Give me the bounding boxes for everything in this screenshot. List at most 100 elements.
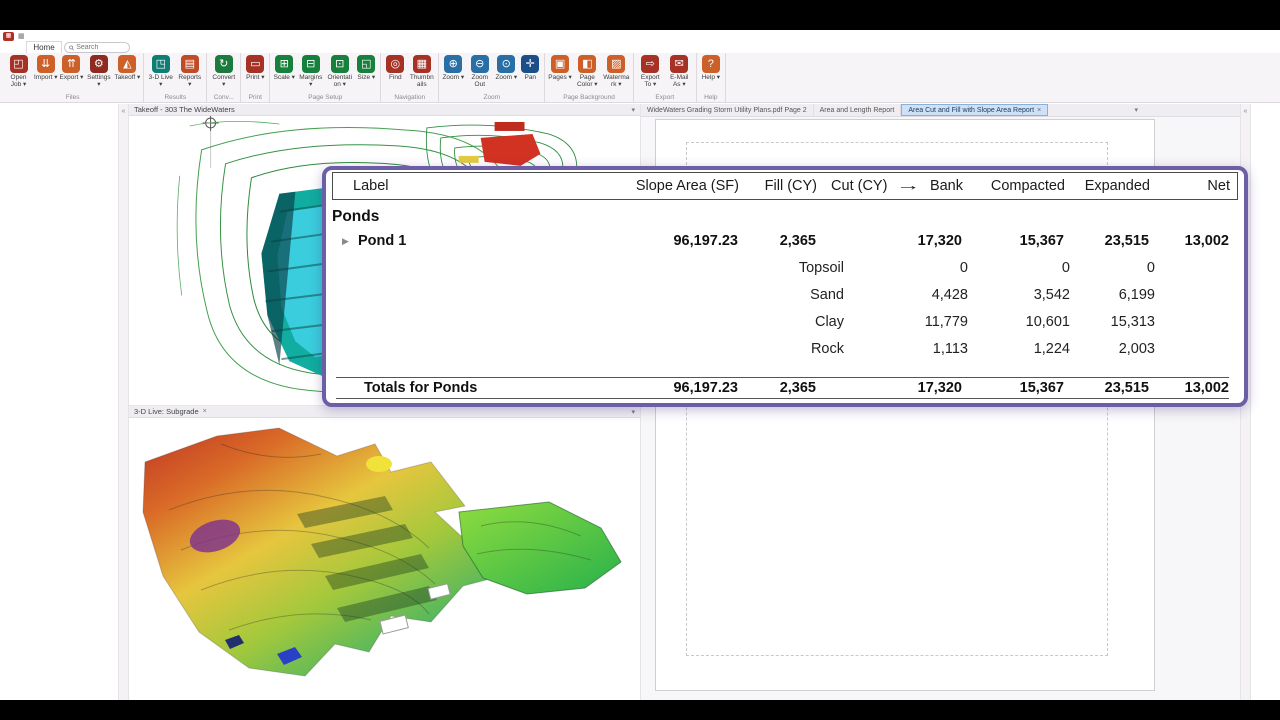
material-label: Rock	[810, 340, 844, 357]
ribbon-button-watermark[interactable]: ▨ Watermark ▾	[602, 53, 631, 89]
ribbon-button-3-d-live[interactable]: ◳ 3-D Live ▾	[146, 53, 175, 89]
ribbon-button-label: Margins ▾	[299, 74, 323, 89]
ribbon-button-label: E-Mail As ▾	[670, 74, 689, 89]
app-logo-icon[interactable]: ▦	[3, 32, 14, 41]
tab-cut-fill-report[interactable]: Area Cut and Fill with Slope Area Report…	[901, 104, 1049, 116]
material-value: 6,199	[1118, 286, 1155, 303]
live-panel-title: 3-D Live: Subgrade	[134, 407, 199, 416]
ribbon-button-label: Size ▾	[357, 74, 376, 81]
page-color-icon: ◧	[578, 55, 597, 73]
ribbon-button-open-job[interactable]: ◰ Open Job ▾	[4, 53, 33, 89]
search-input[interactable]	[76, 44, 125, 51]
pan-icon: ✛	[521, 55, 540, 73]
live-3d-canvas[interactable]	[129, 418, 640, 699]
col-fill: Fill (CY)	[764, 178, 817, 194]
totals-slope-area: 96,197.23	[673, 380, 738, 396]
ribbon-button-help[interactable]: ? Help ▾	[699, 53, 723, 81]
ribbon-group-export: ⇨ Export To ▾ ✉ E-Mail As ▾ Export	[634, 53, 697, 102]
ribbon-button-zoom[interactable]: ⊙ Zoom ▾	[494, 53, 518, 81]
material-label: Sand	[810, 286, 844, 303]
tab-area-length-report[interactable]: Area and Length Report	[814, 104, 902, 116]
tab-plans-pdf[interactable]: WideWaters Grading Storm Utility Plans.p…	[641, 104, 814, 116]
ribbon-group-help: ? Help ▾ Help	[697, 53, 726, 102]
cut-arrow-icon: →	[896, 178, 922, 194]
material-value: 2,003	[1118, 340, 1155, 357]
material-value: 4,428	[931, 286, 968, 303]
ribbon-group-label: Export	[655, 94, 675, 101]
ribbon-button-takeoff[interactable]: ◭ Takeoff ▾	[113, 53, 141, 81]
material-rows: Topsoil 0 0 0 Sand 4,428 3,542 6,199 Clay 11,779 1…	[332, 254, 1238, 362]
ribbon-button-label: Export ▾	[59, 74, 84, 81]
quick-access-icon[interactable]: ▦	[18, 33, 25, 40]
close-icon[interactable]: ×	[203, 408, 207, 415]
ribbon-group-label: Page Background	[563, 94, 615, 101]
ribbon-button-label: Zoom Out	[471, 74, 489, 89]
takeoff-icon: ◭	[118, 55, 137, 73]
settings-icon: ⚙	[89, 55, 108, 73]
ribbon-button-reports[interactable]: ▤ Reports ▾	[175, 53, 204, 89]
ribbon-button-orientation[interactable]: ⊡ Orientation ▾	[325, 53, 354, 89]
ribbon-button-label: Open Job ▾	[10, 74, 27, 89]
close-icon[interactable]: ×	[1037, 107, 1041, 114]
material-row-rock: Rock 1,113 1,224 2,003	[336, 335, 1229, 362]
tab-list-caret-icon[interactable]: ▾	[1134, 104, 1138, 117]
convert-icon: ↻	[214, 55, 233, 73]
ribbon-button-zoom[interactable]: ⊕ Zoom ▾	[441, 53, 465, 81]
ribbon-button-pan[interactable]: ✛ Pan	[518, 53, 542, 81]
pond-compacted: 15,367	[1019, 233, 1064, 249]
ribbon-button-margins[interactable]: ⊟ Margins ▾	[296, 53, 325, 89]
ribbon-button-label: Takeoff ▾	[114, 74, 141, 81]
ribbon-group-page-setup: ⊞ Scale ▾ ⊟ Margins ▾ ⊡ Orientation ▾ ◱ Size ▾ P…	[270, 53, 382, 102]
letterbox-bottom	[0, 700, 1280, 720]
panel-menu-caret-icon[interactable]: ▾	[631, 106, 635, 114]
left-panel-strip: «	[118, 104, 129, 700]
ribbon-button-pages[interactable]: ▣ Pages ▾	[547, 53, 573, 81]
ribbon-group-label: Print	[248, 94, 262, 101]
ribbon-button-e-mail-as[interactable]: ✉ E-Mail As ▾	[665, 53, 694, 89]
ribbon-group-navigation: ◎ Find ▦ Thumbnails Navigation	[381, 53, 440, 102]
report-popup: Label Slope Area (SF) Fill (CY) Cut (CY)…	[322, 166, 1248, 407]
ribbon-group-label: Navigation	[394, 94, 426, 101]
col-compacted: Compacted	[990, 178, 1065, 194]
ribbon-group-zoom: ⊕ Zoom ▾ ⊖ Zoom Out ⊙ Zoom ▾ ✛ Pan Zoom	[439, 53, 546, 102]
material-value: 0	[1146, 259, 1155, 276]
panel-menu-caret-icon[interactable]: ▾	[631, 408, 635, 416]
ribbon-button-find[interactable]: ◎ Find	[383, 53, 407, 81]
ribbon-button-size[interactable]: ◱ Size ▾	[354, 53, 378, 81]
size-icon: ◱	[357, 55, 376, 73]
ribbon-group-label: Results	[164, 94, 187, 101]
ribbon-button-page-color[interactable]: ◧ Page Color ▾	[573, 53, 602, 89]
3-d-live-icon: ◳	[151, 55, 170, 73]
document-tabbar: WideWaters Grading Storm Utility Plans.p…	[641, 104, 1240, 117]
col-slope-area: Slope Area (SF)	[635, 178, 739, 194]
watermark-icon: ▨	[607, 55, 626, 73]
ribbon-button-settings[interactable]: ⚙ Settings ▾	[84, 53, 113, 89]
material-row-clay: Clay 11,779 10,601 15,313	[336, 308, 1229, 335]
pond-label: Pond 1	[358, 233, 407, 249]
ribbon-button-zoom-out[interactable]: ⊖ Zoom Out	[465, 53, 494, 89]
live-panel-header: 3-D Live: Subgrade × ▾	[129, 406, 640, 418]
material-value: 11,779	[924, 313, 968, 330]
print-icon: ▭	[246, 55, 265, 73]
material-row-topsoil: Topsoil 0 0 0	[336, 254, 1229, 281]
pond-fill: 2,365	[779, 233, 816, 249]
expand-triangle-icon[interactable]: ▶	[336, 236, 358, 247]
tab-home[interactable]: Home	[26, 41, 62, 53]
ribbon-button-scale[interactable]: ⊞ Scale ▾	[272, 53, 296, 81]
ribbon-button-print[interactable]: ▭ Print ▾	[243, 53, 267, 81]
ribbon-group-label: Files	[65, 94, 80, 101]
ribbon-group-label: Conv...	[213, 94, 234, 101]
panel-collapse-button[interactable]: «	[119, 108, 128, 115]
search-box[interactable]	[64, 42, 130, 53]
ribbon-button-import[interactable]: ⇊ Import ▾	[33, 53, 59, 81]
material-row-sand: Sand 4,428 3,542 6,199	[336, 281, 1229, 308]
ribbon-button-export[interactable]: ⇈ Export ▾	[59, 53, 85, 81]
panel-collapse-button[interactable]: «	[1241, 108, 1250, 115]
help-icon: ?	[701, 55, 720, 73]
ribbon-button-convert[interactable]: ↻ Convert ▾	[209, 53, 238, 89]
ribbon-button-label: Settings ▾	[87, 74, 111, 89]
find-icon: ◎	[386, 55, 405, 73]
ribbon-button-export-to[interactable]: ⇨ Export To ▾	[636, 53, 665, 89]
ribbon-group-label: Help	[704, 94, 718, 101]
ribbon-button-thumbnails[interactable]: ▦ Thumbnails	[407, 53, 436, 89]
